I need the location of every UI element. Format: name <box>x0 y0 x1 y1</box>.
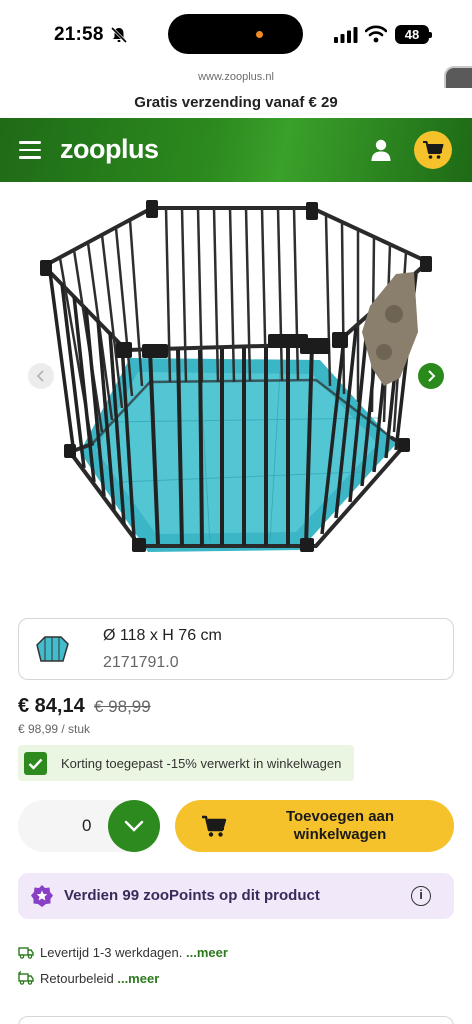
user-icon[interactable] <box>370 138 392 162</box>
wifi-icon <box>365 25 387 43</box>
product-image[interactable] <box>0 182 472 582</box>
variant-thumbnail <box>36 636 69 662</box>
bell-off-icon <box>110 26 128 44</box>
variant-selector[interactable]: Ø 118 x H 76 cm 2171791.0 <box>18 618 454 680</box>
clock: 21:58 <box>54 24 104 45</box>
playpen-illustration <box>40 200 432 552</box>
free-shipping-banner: Gratis verzending vanaf € 29 <box>0 88 472 118</box>
quantity-dropdown-button[interactable] <box>108 800 160 852</box>
status-bar: 21:58 48 <box>0 0 472 66</box>
truck-icon <box>18 947 34 959</box>
cart-icon <box>423 141 444 159</box>
info-icon[interactable]: i <box>411 886 431 906</box>
star-badge-icon <box>31 885 53 907</box>
old-price: € 98,99 <box>94 697 151 716</box>
cart-button[interactable] <box>414 131 452 169</box>
cart-icon <box>202 815 227 837</box>
add-to-cart-button[interactable]: Toevoegen aan winkelwagen <box>175 800 454 852</box>
checkmark-icon <box>24 752 47 775</box>
site-header: zooplus <box>0 118 472 182</box>
returns-text: Retourbeleid <box>40 971 114 986</box>
battery-level: 48 <box>404 27 420 42</box>
delivery-text: Levertijd 1-3 werkdagen. <box>40 945 183 960</box>
return-truck-icon <box>18 971 34 985</box>
discount-text: Korting toegepast -15% verwerkt in winke… <box>61 756 342 771</box>
zoopoints-text: Verdien 99 zooPoints op dit product <box>64 887 320 904</box>
chevron-down-icon <box>124 820 144 832</box>
current-price: € 84,14 <box>18 695 85 717</box>
returns-more-link[interactable]: ...meer <box>117 971 159 986</box>
carousel-prev-button[interactable] <box>28 363 54 389</box>
chevron-left-icon <box>36 370 44 382</box>
delivery-info: Levertijd 1-3 werkdagen. ...meer <box>18 944 228 960</box>
discount-notice: Korting toegepast -15% verwerkt in winke… <box>18 745 354 781</box>
unit-price: € 98,99 / stuk <box>18 722 91 736</box>
url-bar[interactable]: www.zooplus.nl <box>0 66 472 88</box>
cellular-signal-icon <box>334 27 358 43</box>
battery-indicator: 48 <box>395 25 432 44</box>
delivery-more-link[interactable]: ...meer <box>186 945 228 960</box>
indicator-dot <box>256 31 263 38</box>
chevron-right-icon <box>428 370 436 382</box>
carousel-next-button[interactable] <box>418 363 444 389</box>
dynamic-island <box>168 14 303 54</box>
add-to-cart-label: Toevoegen aan winkelwagen <box>285 808 395 843</box>
zooplus-logo[interactable]: zooplus <box>60 134 159 165</box>
hamburger-icon[interactable] <box>19 141 41 159</box>
zoopoints-banner: Verdien 99 zooPoints op dit product i <box>18 873 454 919</box>
variant-code: 2171791.0 <box>103 654 179 671</box>
returns-info: Retourbeleid ...meer <box>18 970 159 986</box>
next-section-card <box>18 1016 454 1024</box>
quantity-value[interactable]: 0 <box>82 816 91 836</box>
variant-size: Ø 118 x H 76 cm <box>103 627 222 644</box>
